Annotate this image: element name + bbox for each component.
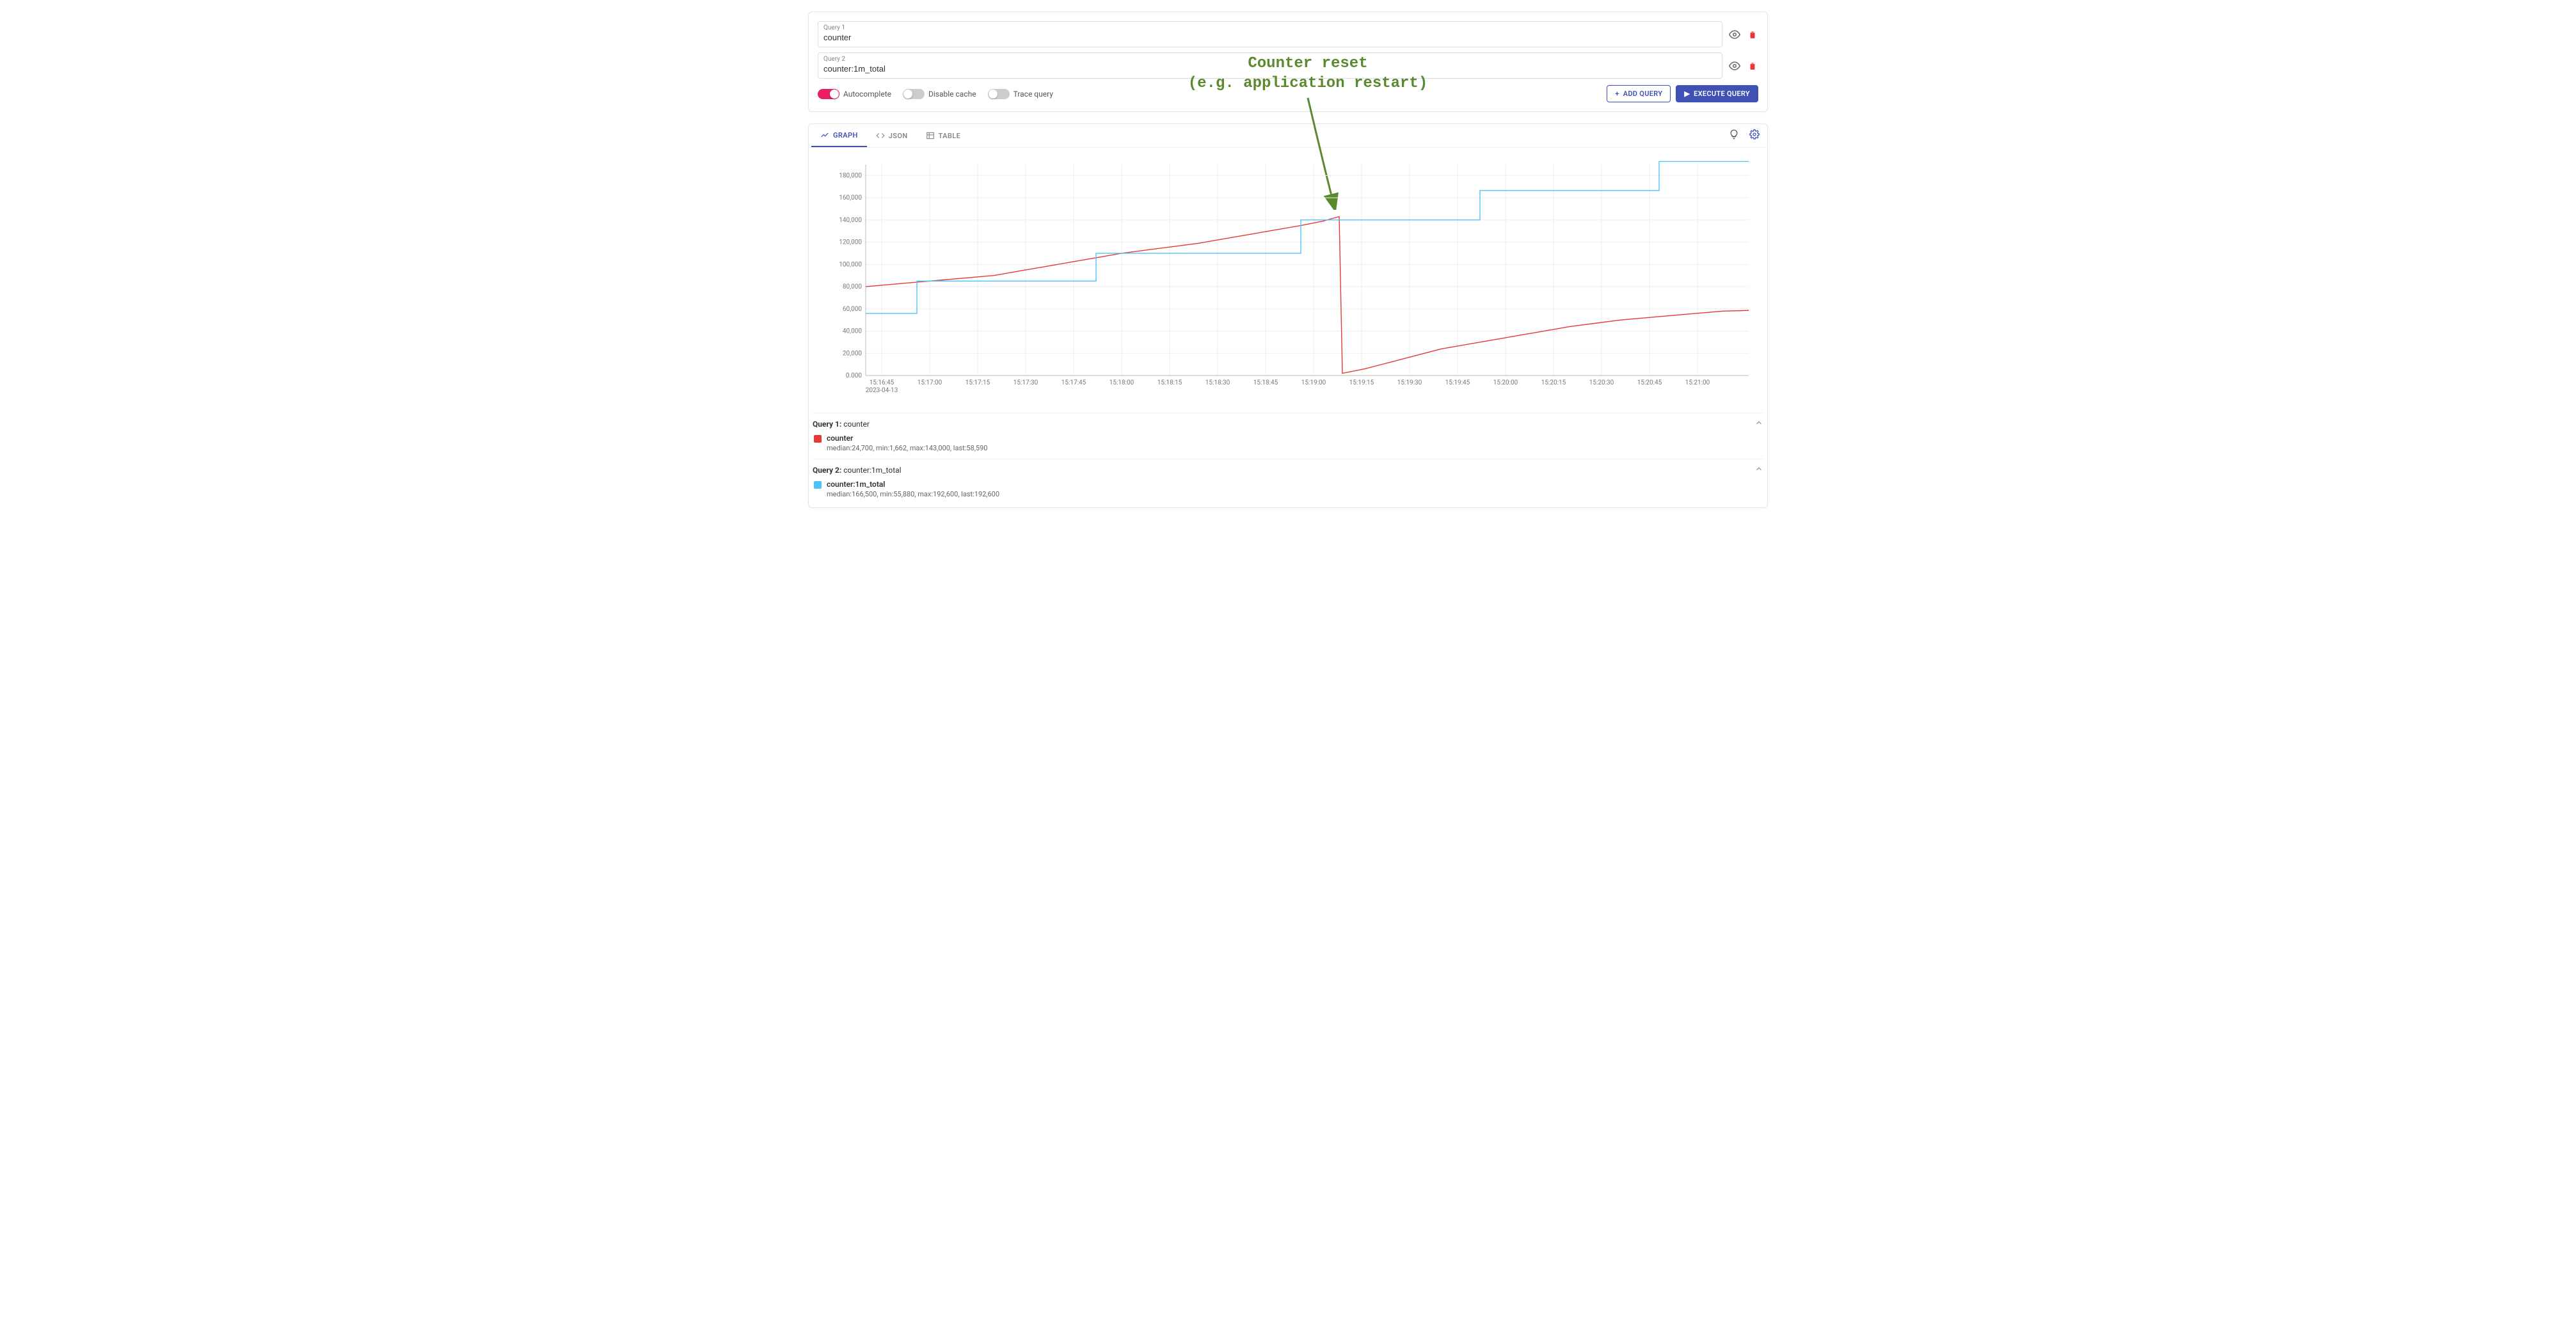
gear-icon[interactable] xyxy=(1744,124,1765,147)
tabs: GRAPH JSON TABLE xyxy=(809,124,1767,148)
query-row-1: Query 1 xyxy=(818,21,1758,47)
toggle-label: Autocomplete xyxy=(843,90,891,99)
toggle-label: Disable cache xyxy=(928,90,976,99)
controls-row: Autocomplete Disable cache Trace query +… xyxy=(818,85,1758,102)
svg-text:2023-04-13: 2023-04-13 xyxy=(866,387,898,394)
query-input-wrap[interactable]: Query 2 xyxy=(818,52,1722,79)
legend-swatch xyxy=(814,435,822,443)
toggle-disable-cache[interactable]: Disable cache xyxy=(903,89,976,99)
svg-text:20,000: 20,000 xyxy=(843,350,862,357)
query-input-1[interactable] xyxy=(823,31,1717,42)
table-icon xyxy=(926,131,935,140)
legend-series-stats: median:166,500, min:55,880, max:192,600,… xyxy=(827,490,999,498)
visibility-icon[interactable] xyxy=(1729,29,1740,40)
delete-icon[interactable] xyxy=(1747,60,1758,72)
svg-text:140,000: 140,000 xyxy=(839,217,862,224)
svg-text:15:16:45: 15:16:45 xyxy=(870,379,894,386)
svg-text:15:17:30: 15:17:30 xyxy=(1014,379,1038,386)
chevron-up-icon[interactable] xyxy=(1754,464,1763,476)
tab-label: JSON xyxy=(889,132,908,140)
svg-text:15:19:00: 15:19:00 xyxy=(1301,379,1326,386)
svg-text:15:19:15: 15:19:15 xyxy=(1349,379,1374,386)
results-panel: GRAPH JSON TABLE Counter reset (e.g. app… xyxy=(808,123,1768,508)
legend-query-label: Query 1: xyxy=(813,420,841,429)
switch-icon[interactable] xyxy=(818,89,839,99)
legend-query-label: Query 2: xyxy=(813,466,841,475)
query-input-wrap[interactable]: Query 1 xyxy=(818,21,1722,47)
legend-swatch xyxy=(814,481,822,489)
svg-text:15:18:00: 15:18:00 xyxy=(1109,379,1134,386)
legend-section-1: Query 1: counter xyxy=(813,413,1763,430)
lightbulb-icon[interactable] xyxy=(1724,124,1744,147)
tab-label: GRAPH xyxy=(833,131,858,139)
legend-series-name: counter:1m_total xyxy=(827,480,999,489)
svg-text:15:20:45: 15:20:45 xyxy=(1637,379,1662,386)
query-label: Query 1 xyxy=(823,24,1717,31)
legend-section-2: Query 2: counter:1m_total xyxy=(813,459,1763,476)
legend-item[interactable]: counter median:24,700, min:1,662, max:14… xyxy=(813,430,1763,456)
svg-text:60,000: 60,000 xyxy=(843,306,862,313)
query-input-2[interactable] xyxy=(823,63,1717,74)
tab-label: TABLE xyxy=(939,132,961,140)
add-query-button[interactable]: + ADD QUERY xyxy=(1607,85,1671,102)
switch-icon[interactable] xyxy=(903,89,925,99)
tab-json[interactable]: JSON xyxy=(867,125,917,146)
visibility-icon[interactable] xyxy=(1729,60,1740,72)
legend-item[interactable]: counter:1m_total median:166,500, min:55,… xyxy=(813,476,1763,502)
chevron-up-icon[interactable] xyxy=(1754,418,1763,430)
button-label: EXECUTE QUERY xyxy=(1694,90,1750,98)
legend-series-stats: median:24,700, min:1,662, max:143,000, l… xyxy=(827,444,987,452)
play-icon: ▶ xyxy=(1684,90,1690,98)
tab-graph[interactable]: GRAPH xyxy=(811,124,867,147)
svg-text:160,000: 160,000 xyxy=(839,194,862,202)
svg-text:15:18:45: 15:18:45 xyxy=(1253,379,1278,386)
legend-query-name: counter:1m_total xyxy=(843,466,901,475)
chart: 0.000 20,000 40,000 60,000 80,000 100,000 120,… xyxy=(809,148,1767,405)
svg-text:15:20:15: 15:20:15 xyxy=(1541,379,1566,386)
legend-query-name: counter xyxy=(843,420,870,429)
svg-text:15:21:00: 15:21:00 xyxy=(1685,379,1710,386)
toggle-autocomplete[interactable]: Autocomplete xyxy=(818,89,891,99)
plus-icon: + xyxy=(1615,90,1619,98)
svg-text:180,000: 180,000 xyxy=(839,172,862,179)
svg-text:0.000: 0.000 xyxy=(846,372,862,379)
delete-icon[interactable] xyxy=(1747,29,1758,40)
execute-query-button[interactable]: ▶ EXECUTE QUERY xyxy=(1676,85,1758,102)
svg-text:15:17:00: 15:17:00 xyxy=(918,379,942,386)
query-label: Query 2 xyxy=(823,56,1717,63)
svg-text:40,000: 40,000 xyxy=(843,328,862,335)
svg-text:15:17:45: 15:17:45 xyxy=(1061,379,1086,386)
svg-text:15:20:30: 15:20:30 xyxy=(1589,379,1614,386)
svg-text:15:18:30: 15:18:30 xyxy=(1205,379,1230,386)
toggle-label: Trace query xyxy=(1014,90,1053,99)
toggles: Autocomplete Disable cache Trace query xyxy=(818,89,1053,99)
tab-table[interactable]: TABLE xyxy=(917,125,970,146)
switch-icon[interactable] xyxy=(988,89,1010,99)
svg-text:80,000: 80,000 xyxy=(843,283,862,290)
svg-text:15:19:45: 15:19:45 xyxy=(1445,379,1470,386)
svg-text:120,000: 120,000 xyxy=(839,239,862,246)
svg-text:15:18:15: 15:18:15 xyxy=(1157,379,1182,386)
svg-text:100,000: 100,000 xyxy=(839,261,862,268)
svg-text:15:17:15: 15:17:15 xyxy=(966,379,990,386)
query-panel: Query 1 Query 2 xyxy=(808,12,1768,112)
legend-series-name: counter xyxy=(827,434,987,443)
svg-text:15:20:00: 15:20:00 xyxy=(1493,379,1518,386)
chart-line-icon xyxy=(820,131,829,139)
chart-svg: 0.000 20,000 40,000 60,000 80,000 100,000 120,… xyxy=(813,158,1763,401)
toggle-trace-query[interactable]: Trace query xyxy=(988,89,1053,99)
button-label: ADD QUERY xyxy=(1623,90,1663,98)
buttons: + ADD QUERY ▶ EXECUTE QUERY xyxy=(1607,85,1758,102)
code-icon xyxy=(876,131,885,140)
query-row-2: Query 2 xyxy=(818,52,1758,79)
svg-text:15:19:30: 15:19:30 xyxy=(1397,379,1422,386)
legend: Query 1: counter counter median:24,700, … xyxy=(809,405,1767,507)
